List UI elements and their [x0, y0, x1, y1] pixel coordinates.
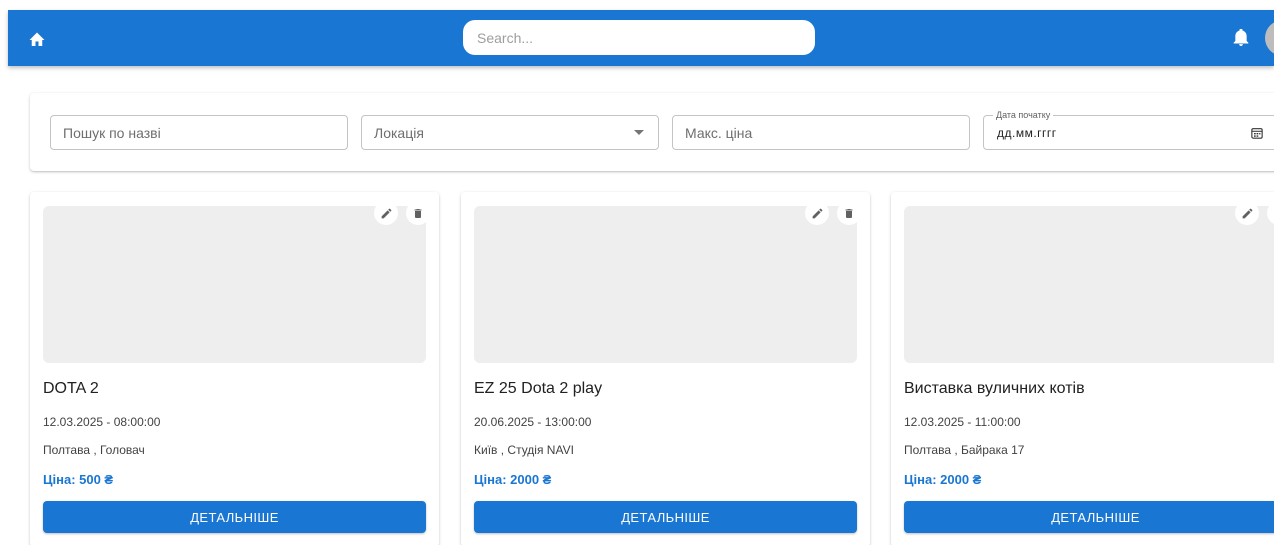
event-card: Виставка вуличних котів 12.03.2025 - 11:… — [891, 192, 1274, 545]
event-image-placeholder — [904, 206, 1274, 363]
event-datetime: 20.06.2025 - 13:00:00 — [474, 415, 592, 429]
filter-panel: Локація Дата початку дд.мм.гггг — [30, 93, 1274, 171]
calendar-icon[interactable] — [1251, 126, 1265, 140]
event-location: Київ , Студія NAVI — [474, 443, 574, 457]
event-title: DOTA 2 — [43, 380, 99, 397]
max-price-input[interactable] — [673, 116, 969, 149]
event-location: Полтава , Байрака 17 — [904, 443, 1025, 457]
max-price-field — [672, 115, 970, 150]
details-button[interactable]: ДЕТАЛЬНІШЕ — [904, 501, 1274, 533]
event-title: EZ 25 Dota 2 play — [474, 380, 603, 397]
event-price: Ціна: 2000 ₴ — [474, 472, 552, 487]
event-image-placeholder — [43, 206, 426, 363]
edit-icon[interactable] — [805, 201, 829, 225]
start-date-field[interactable]: Дата початку дд.мм.гггг — [983, 109, 1274, 150]
event-price: Ціна: 2000 ₴ — [904, 472, 982, 487]
avatar[interactable] — [1265, 20, 1274, 56]
event-image-placeholder — [474, 206, 857, 363]
home-icon[interactable] — [26, 27, 48, 49]
start-date-value: дд.мм.гггг — [997, 126, 1057, 140]
location-select[interactable]: Локація — [361, 115, 659, 150]
details-button[interactable]: ДЕТАЛЬНІШЕ — [43, 501, 426, 533]
app-bar — [8, 10, 1274, 66]
start-date-label: Дата початку — [993, 109, 1054, 121]
edit-icon[interactable] — [1235, 201, 1259, 225]
event-price: Ціна: 500 ₴ — [43, 472, 114, 487]
delete-icon[interactable] — [837, 201, 861, 225]
dropdown-arrow-icon — [634, 130, 644, 135]
search-input[interactable] — [463, 20, 815, 55]
event-card: DOTA 2 12.03.2025 - 08:00:00 Полтава , Г… — [30, 192, 439, 545]
name-search-field — [50, 115, 348, 150]
event-title: Виставка вуличних котів — [904, 380, 1085, 397]
name-search-input[interactable] — [51, 116, 347, 149]
details-button[interactable]: ДЕТАЛЬНІШЕ — [474, 501, 857, 533]
event-card: EZ 25 Dota 2 play 20.06.2025 - 13:00:00 … — [461, 192, 870, 545]
bell-icon[interactable] — [1230, 27, 1252, 49]
event-datetime: 12.03.2025 - 08:00:00 — [43, 415, 161, 429]
event-location: Полтава , Головач — [43, 443, 145, 457]
location-select-label: Локація — [374, 124, 424, 141]
edit-icon[interactable] — [374, 201, 398, 225]
event-datetime: 12.03.2025 - 11:00:00 — [904, 415, 1021, 429]
delete-icon[interactable] — [406, 201, 430, 225]
